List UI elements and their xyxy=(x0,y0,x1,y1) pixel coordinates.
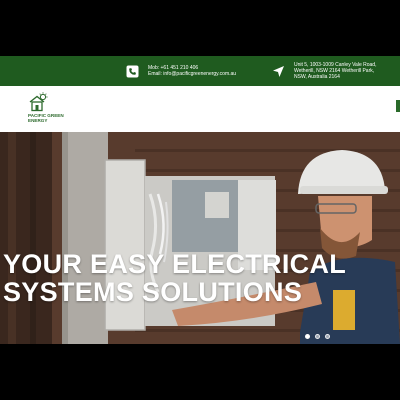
address-line-3: NSW, Australia 2164 xyxy=(294,74,340,80)
hero-headline: YOUR EASY ELECTRICAL SYSTEMS SOLUTIONS xyxy=(3,250,397,306)
menu-toggle-button[interactable] xyxy=(396,100,400,112)
contact-address: Unit 5, 1003-1009 Canley Vale Road, Weth… xyxy=(272,56,376,86)
hero-banner: YOUR EASY ELECTRICAL SYSTEMS SOLUTIONS xyxy=(0,132,400,344)
contact-phone-email: Mob: +61 451 210 406 Email: info@pacific… xyxy=(126,56,236,86)
brand-name: PACIFIC GREEN ENERGY xyxy=(28,113,64,123)
slider-dot[interactable] xyxy=(305,334,310,339)
site-logo[interactable]: PACIFIC GREEN ENERGY xyxy=(26,92,70,126)
hero-headline-line-2: SYSTEMS SOLUTIONS xyxy=(3,277,303,307)
location-arrow-icon xyxy=(272,65,285,78)
hero-headline-line-1: YOUR EASY ELECTRICAL xyxy=(3,249,347,279)
website-page: Mob: +61 451 210 406 Email: info@pacific… xyxy=(0,56,400,344)
site-header: PACIFIC GREEN ENERGY xyxy=(0,86,400,132)
hero-photo-electrician xyxy=(0,132,400,344)
slider-pagination xyxy=(305,334,330,339)
brand-name-line-2: ENERGY xyxy=(28,118,48,124)
phone-icon xyxy=(126,65,139,78)
slider-dot[interactable] xyxy=(325,334,330,339)
email-address[interactable]: Email: info@pacificgreenenergy.com.au xyxy=(148,71,236,77)
house-sun-logo-icon xyxy=(29,92,48,112)
slider-dot[interactable] xyxy=(315,334,320,339)
contact-bar: Mob: +61 451 210 406 Email: info@pacific… xyxy=(0,56,400,86)
